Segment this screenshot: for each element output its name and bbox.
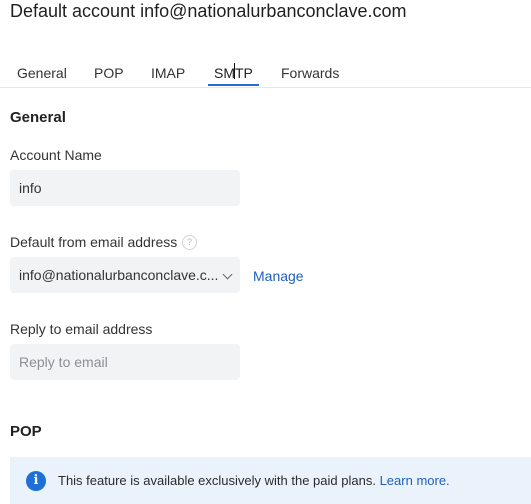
help-icon[interactable]: ? [182,235,197,250]
active-tab-indicator [208,84,259,86]
pop-section-heading: POP [10,423,42,440]
banner-message: This feature is available exclusively wi… [58,472,450,489]
text-cursor [234,63,235,79]
default-from-select[interactable]: info@nationalurbanconclave.c... [10,257,240,293]
settings-tabs: General POP IMAP SMTP Forwards [0,60,531,88]
info-icon: i [26,471,46,491]
tab-imap[interactable]: IMAP [151,64,185,82]
general-section-heading: General [10,109,66,126]
reply-to-input[interactable]: Reply to email [10,344,240,380]
account-settings-page: Default account info@nationalurbanconcla… [0,0,531,504]
learn-more-link[interactable]: Learn more. [380,473,450,488]
reply-to-label: Reply to email address [10,321,153,337]
tab-pop[interactable]: POP [94,64,124,82]
banner-text: This feature is available exclusively wi… [58,473,376,488]
paid-plan-banner: i This feature is available exclusively … [10,457,531,504]
chevron-down-icon [222,269,233,280]
default-from-value: info@nationalurbanconclave.c... [19,267,219,283]
tab-general[interactable]: General [17,64,67,82]
account-name-input[interactable]: info [10,170,240,206]
page-title: Default account info@nationalurbanconcla… [10,1,407,21]
default-from-label: Default from email address [10,234,178,250]
tab-forwards[interactable]: Forwards [281,64,339,82]
manage-link[interactable]: Manage [253,267,304,285]
account-name-label: Account Name [10,147,102,163]
